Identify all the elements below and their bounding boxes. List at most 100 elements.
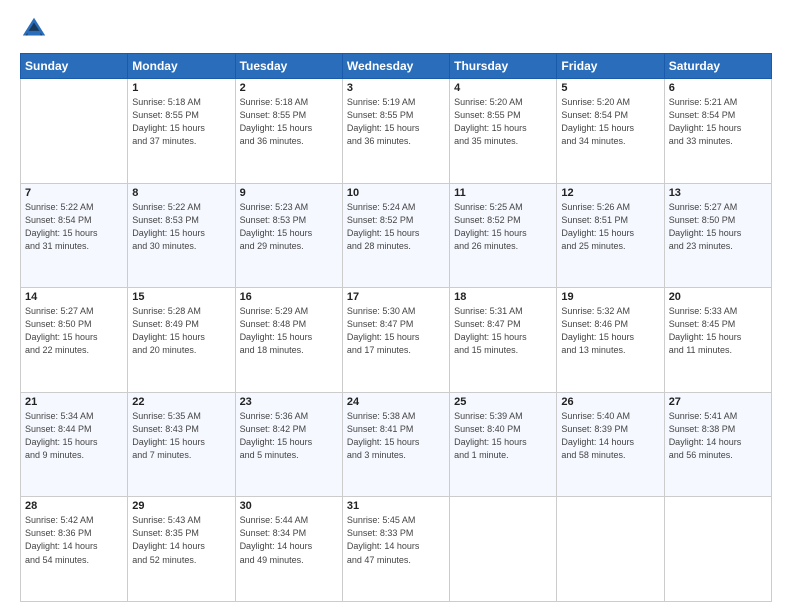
day-info: Sunrise: 5:20 AMSunset: 8:54 PMDaylight:… xyxy=(561,96,659,148)
logo xyxy=(20,15,52,43)
day-number: 29 xyxy=(132,500,230,512)
calendar-cell: 4Sunrise: 5:20 AMSunset: 8:55 PMDaylight… xyxy=(450,79,557,184)
day-info: Sunrise: 5:42 AMSunset: 8:36 PMDaylight:… xyxy=(25,514,123,566)
calendar: SundayMondayTuesdayWednesdayThursdayFrid… xyxy=(20,53,772,602)
day-info: Sunrise: 5:45 AMSunset: 8:33 PMDaylight:… xyxy=(347,514,445,566)
calendar-cell: 29Sunrise: 5:43 AMSunset: 8:35 PMDayligh… xyxy=(128,497,235,602)
calendar-week-row: 28 Sunrise: 5:42 AMSunset: 8:36 PMDayligh… xyxy=(21,497,772,602)
day-info: Sunrise: 5:23 AMSunset: 8:53 PMDaylight:… xyxy=(240,201,338,253)
day-info: Sunrise: 5:29 AMSunset: 8:48 PMDaylight:… xyxy=(240,305,338,357)
day-number: 30 xyxy=(240,500,338,512)
calendar-cell: 11 Sunrise: 5:25 AMSunset: 8:52 PMDayligh… xyxy=(450,183,557,288)
day-number: 3 xyxy=(347,82,445,94)
calendar-cell: 28 Sunrise: 5:42 AMSunset: 8:36 PMDayligh… xyxy=(21,497,128,602)
day-number: 18 xyxy=(454,291,552,303)
day-info: Sunrise: 5:31 AMSunset: 8:47 PMDaylight:… xyxy=(454,305,552,357)
calendar-cell: 16Sunrise: 5:29 AMSunset: 8:48 PMDayligh… xyxy=(235,288,342,393)
calendar-cell: 20 Sunrise: 5:33 AMSunset: 8:45 PMDayligh… xyxy=(664,288,771,393)
day-info: Sunrise: 5:19 AMSunset: 8:55 PMDaylight:… xyxy=(347,96,445,148)
calendar-cell: 9 Sunrise: 5:23 AMSunset: 8:53 PMDaylight… xyxy=(235,183,342,288)
day-number: 1 xyxy=(132,82,230,94)
calendar-cell: 21 Sunrise: 5:34 AMSunset: 8:44 PMDayligh… xyxy=(21,392,128,497)
calendar-cell: 22 Sunrise: 5:35 AMSunset: 8:43 PMDayligh… xyxy=(128,392,235,497)
calendar-cell: 24Sunrise: 5:38 AMSunset: 8:41 PMDayligh… xyxy=(342,392,449,497)
day-info: Sunrise: 5:18 AMSunset: 8:55 PMDaylight:… xyxy=(132,96,230,148)
day-info: Sunrise: 5:33 AMSunset: 8:45 PMDaylight:… xyxy=(669,305,767,357)
calendar-cell: 12 Sunrise: 5:26 AMSunset: 8:51 PMDayligh… xyxy=(557,183,664,288)
calendar-cell: 25 Sunrise: 5:39 AMSunset: 8:40 PMDayligh… xyxy=(450,392,557,497)
day-info: Sunrise: 5:39 AMSunset: 8:40 PMDaylight:… xyxy=(454,410,552,462)
calendar-cell: 3 Sunrise: 5:19 AMSunset: 8:55 PMDaylight… xyxy=(342,79,449,184)
day-number: 14 xyxy=(25,291,123,303)
day-info: Sunrise: 5:25 AMSunset: 8:52 PMDaylight:… xyxy=(454,201,552,253)
day-number: 21 xyxy=(25,396,123,408)
day-number: 31 xyxy=(347,500,445,512)
calendar-cell: 5Sunrise: 5:20 AMSunset: 8:54 PMDaylight… xyxy=(557,79,664,184)
day-number: 23 xyxy=(240,396,338,408)
day-number: 19 xyxy=(561,291,659,303)
day-number: 2 xyxy=(240,82,338,94)
day-number: 27 xyxy=(669,396,767,408)
day-info: Sunrise: 5:24 AMSunset: 8:52 PMDaylight:… xyxy=(347,201,445,253)
weekday-header: Saturday xyxy=(664,54,771,79)
day-info: Sunrise: 5:32 AMSunset: 8:46 PMDaylight:… xyxy=(561,305,659,357)
day-info: Sunrise: 5:28 AMSunset: 8:49 PMDaylight:… xyxy=(132,305,230,357)
day-info: Sunrise: 5:22 AMSunset: 8:54 PMDaylight:… xyxy=(25,201,123,253)
calendar-cell: 6Sunrise: 5:21 AMSunset: 8:54 PMDaylight… xyxy=(664,79,771,184)
calendar-cell: 1 Sunrise: 5:18 AMSunset: 8:55 PMDaylight… xyxy=(128,79,235,184)
weekday-header: Sunday xyxy=(21,54,128,79)
day-info: Sunrise: 5:40 AMSunset: 8:39 PMDaylight:… xyxy=(561,410,659,462)
calendar-cell xyxy=(21,79,128,184)
day-number: 8 xyxy=(132,187,230,199)
day-number: 15 xyxy=(132,291,230,303)
weekday-header-row: SundayMondayTuesdayWednesdayThursdayFrid… xyxy=(21,54,772,79)
day-info: Sunrise: 5:22 AMSunset: 8:53 PMDaylight:… xyxy=(132,201,230,253)
day-number: 20 xyxy=(669,291,767,303)
day-info: Sunrise: 5:30 AMSunset: 8:47 PMDaylight:… xyxy=(347,305,445,357)
day-number: 13 xyxy=(669,187,767,199)
calendar-cell: 7 Sunrise: 5:22 AMSunset: 8:54 PMDaylight… xyxy=(21,183,128,288)
day-number: 26 xyxy=(561,396,659,408)
calendar-cell xyxy=(450,497,557,602)
day-info: Sunrise: 5:44 AMSunset: 8:34 PMDaylight:… xyxy=(240,514,338,566)
calendar-cell: 2 Sunrise: 5:18 AMSunset: 8:55 PMDaylight… xyxy=(235,79,342,184)
day-number: 9 xyxy=(240,187,338,199)
calendar-cell: 18 Sunrise: 5:31 AMSunset: 8:47 PMDayligh… xyxy=(450,288,557,393)
day-info: Sunrise: 5:20 AMSunset: 8:55 PMDaylight:… xyxy=(454,96,552,148)
calendar-cell: 10 Sunrise: 5:24 AMSunset: 8:52 PMDayligh… xyxy=(342,183,449,288)
day-number: 6 xyxy=(669,82,767,94)
calendar-week-row: 21 Sunrise: 5:34 AMSunset: 8:44 PMDayligh… xyxy=(21,392,772,497)
calendar-cell: 13 Sunrise: 5:27 AMSunset: 8:50 PMDayligh… xyxy=(664,183,771,288)
day-info: Sunrise: 5:36 AMSunset: 8:42 PMDaylight:… xyxy=(240,410,338,462)
day-info: Sunrise: 5:27 AMSunset: 8:50 PMDaylight:… xyxy=(669,201,767,253)
day-number: 28 xyxy=(25,500,123,512)
day-number: 22 xyxy=(132,396,230,408)
calendar-week-row: 1 Sunrise: 5:18 AMSunset: 8:55 PMDaylight… xyxy=(21,79,772,184)
day-number: 17 xyxy=(347,291,445,303)
weekday-header: Monday xyxy=(128,54,235,79)
calendar-cell: 26 Sunrise: 5:40 AMSunset: 8:39 PMDayligh… xyxy=(557,392,664,497)
day-info: Sunrise: 5:18 AMSunset: 8:55 PMDaylight:… xyxy=(240,96,338,148)
day-info: Sunrise: 5:41 AMSunset: 8:38 PMDaylight:… xyxy=(669,410,767,462)
page: SundayMondayTuesdayWednesdayThursdayFrid… xyxy=(0,0,792,612)
logo-icon xyxy=(20,15,48,43)
weekday-header: Friday xyxy=(557,54,664,79)
day-info: Sunrise: 5:35 AMSunset: 8:43 PMDaylight:… xyxy=(132,410,230,462)
calendar-cell: 15 Sunrise: 5:28 AMSunset: 8:49 PMDayligh… xyxy=(128,288,235,393)
calendar-cell: 27 Sunrise: 5:41 AMSunset: 8:38 PMDayligh… xyxy=(664,392,771,497)
weekday-header: Thursday xyxy=(450,54,557,79)
calendar-cell: 19 Sunrise: 5:32 AMSunset: 8:46 PMDayligh… xyxy=(557,288,664,393)
day-number: 12 xyxy=(561,187,659,199)
day-info: Sunrise: 5:26 AMSunset: 8:51 PMDaylight:… xyxy=(561,201,659,253)
calendar-cell: 14Sunrise: 5:27 AMSunset: 8:50 PMDayligh… xyxy=(21,288,128,393)
day-number: 7 xyxy=(25,187,123,199)
calendar-cell xyxy=(557,497,664,602)
calendar-cell xyxy=(664,497,771,602)
day-number: 25 xyxy=(454,396,552,408)
weekday-header: Wednesday xyxy=(342,54,449,79)
day-info: Sunrise: 5:34 AMSunset: 8:44 PMDaylight:… xyxy=(25,410,123,462)
day-number: 11 xyxy=(454,187,552,199)
header xyxy=(20,15,772,43)
calendar-cell: 17 Sunrise: 5:30 AMSunset: 8:47 PMDayligh… xyxy=(342,288,449,393)
day-number: 10 xyxy=(347,187,445,199)
